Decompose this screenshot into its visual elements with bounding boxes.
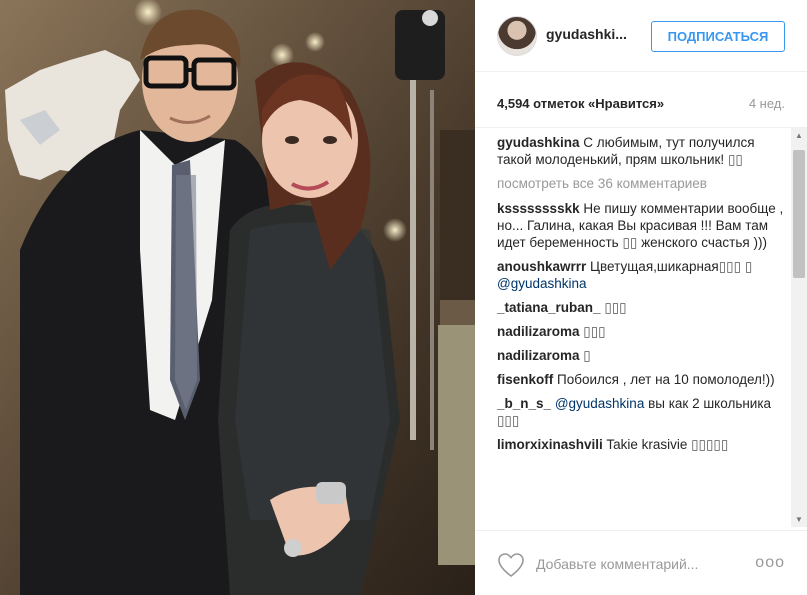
post-detail-panel: gyudashki... ПОДПИСАТЬСЯ 4,594 отметок «…	[475, 0, 807, 595]
heart-icon[interactable]	[497, 552, 525, 578]
comments-scrollbar[interactable]: ▲ ▼	[791, 128, 807, 527]
comment-item: anoushkawrrr Цветущая,шикарная▯▯▯ ▯ @gyu…	[497, 258, 785, 292]
post-timestamp[interactable]: 4 нед.	[749, 96, 785, 111]
likes-row: 4,594 отметок «Нравится» 4 нед.	[497, 96, 785, 114]
comment-author[interactable]: gyudashkina	[497, 135, 580, 150]
comment-author[interactable]: limorxixinashvili	[497, 437, 603, 452]
comment-author[interactable]: nadilizaroma	[497, 348, 580, 363]
emoji-glyphs: ▯	[744, 259, 753, 274]
comment-text-continued: женского счастья )))	[641, 235, 767, 250]
emoji-glyphs: ▯▯▯	[718, 259, 742, 274]
comment-text: Побоился , лет на 10 помолодел!))	[557, 372, 775, 387]
emoji-glyphs: ▯▯▯	[604, 300, 627, 315]
comment-author[interactable]: _b_n_s_	[497, 396, 551, 411]
post-photo-illustration	[0, 0, 475, 595]
view-all-comments-link[interactable]: посмотреть все 36 комментариев	[497, 175, 785, 192]
scroll-down-arrow-icon[interactable]: ▼	[791, 512, 807, 527]
comment-text: вы как 2 школьника	[648, 396, 772, 411]
scrollbar-thumb[interactable]	[793, 150, 805, 278]
avatar[interactable]	[497, 16, 537, 56]
comment-text: Takie krasivie	[606, 437, 688, 452]
comment-list: gyudashkina С любимым, тут получился так…	[497, 134, 785, 460]
comment-mention[interactable]: @gyudashkina	[497, 276, 587, 291]
post-photo[interactable]	[0, 0, 475, 595]
emoji-glyphs: ▯▯▯▯▯	[691, 437, 729, 452]
emoji-glyphs: ▯	[583, 348, 591, 363]
scroll-up-arrow-icon[interactable]: ▲	[791, 128, 807, 144]
comment-item: limorxixinashvili Takie krasivie ▯▯▯▯▯	[497, 436, 785, 453]
comment-item: _tatiana_ruban_ ▯▯▯	[497, 299, 785, 316]
emoji-glyphs: ▯▯	[622, 235, 638, 250]
emoji-glyphs: ▯▯▯	[583, 324, 606, 339]
post-header: gyudashki... ПОДПИСАТЬСЯ	[475, 0, 807, 72]
comment-text: Цветущая,шикарная	[590, 259, 719, 274]
comment-author[interactable]: fisenkoff	[497, 372, 553, 387]
emoji-glyphs: ▯▯▯	[497, 413, 520, 428]
likes-count[interactable]: 4,594 отметок «Нравится»	[497, 96, 664, 111]
comment-item: nadilizaroma ▯	[497, 347, 785, 364]
add-comment-input[interactable]	[536, 553, 746, 575]
comment-item: nadilizaroma ▯▯▯	[497, 323, 785, 340]
comment-author[interactable]: _tatiana_ruban_	[497, 300, 601, 315]
comment-author[interactable]: nadilizaroma	[497, 324, 580, 339]
comments-area: gyudashkina С любимым, тут получился так…	[475, 127, 807, 527]
comment-author[interactable]: ksssssssskk	[497, 201, 580, 216]
emoji-glyphs: ▯▯	[727, 152, 743, 167]
comment-mention[interactable]: @gyudashkina	[555, 396, 645, 411]
comment-footer: ooo	[475, 530, 807, 595]
more-options-icon[interactable]: ooo	[755, 555, 785, 571]
comment-author[interactable]: anoushkawrrr	[497, 259, 586, 274]
follow-button[interactable]: ПОДПИСАТЬСЯ	[651, 21, 785, 52]
post-username[interactable]: gyudashki...	[546, 26, 627, 42]
comment-item: _b_n_s_ @gyudashkina вы как 2 школьника …	[497, 395, 785, 429]
comment-item: fisenkoff Побоился , лет на 10 помолодел…	[497, 371, 785, 388]
comment-caption: gyudashkina С любимым, тут получился так…	[497, 134, 785, 168]
comment-item: ksssssssskk Не пишу комментарии вообще ,…	[497, 200, 785, 251]
